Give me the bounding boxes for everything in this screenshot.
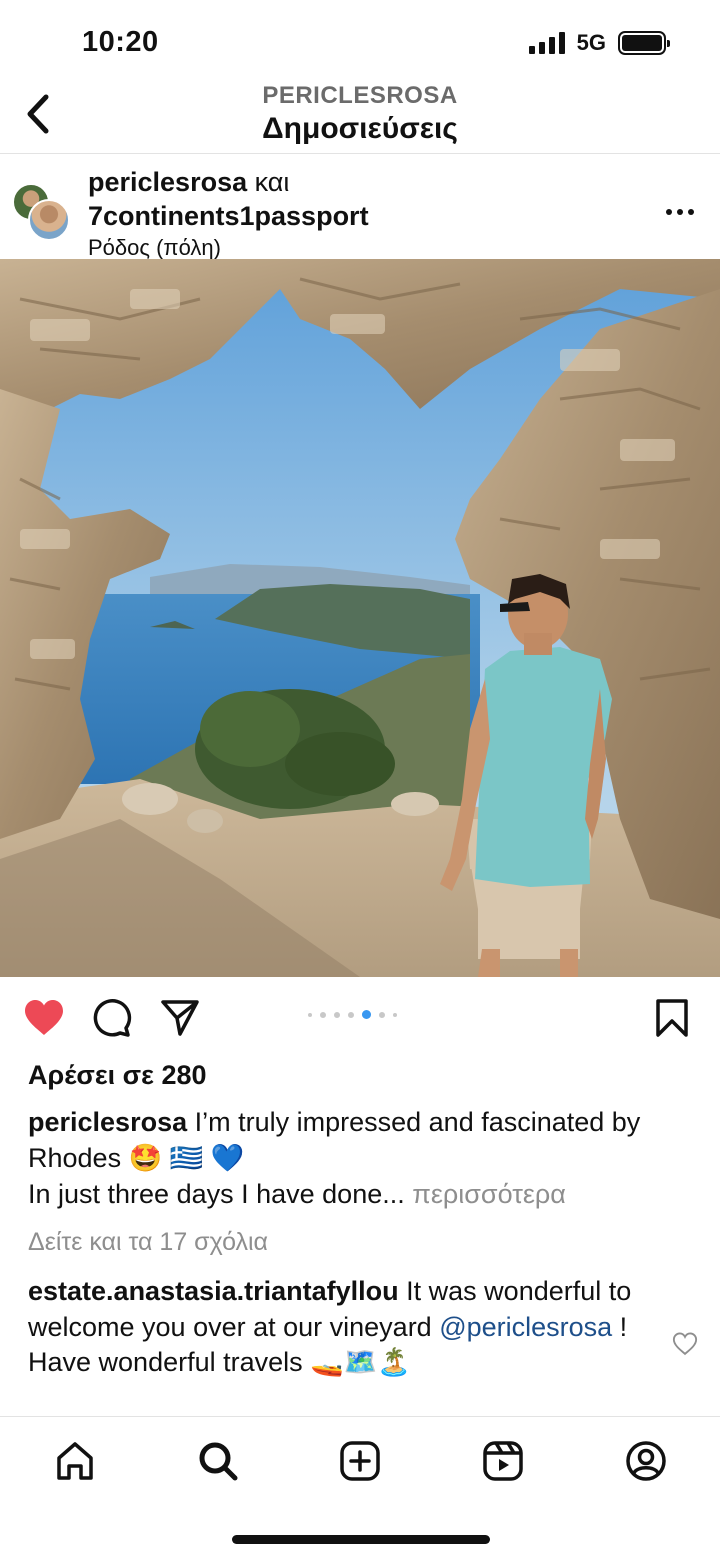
comment-username[interactable]: estate.anastasia.triantafyllou	[28, 1276, 399, 1306]
post-caption: periclesrosa I’m truly impressed and fas…	[28, 1104, 692, 1212]
comment-button[interactable]	[90, 996, 134, 1040]
reels-icon	[483, 1441, 523, 1481]
comment-item: estate.anastasia.triantafyllou It was wo…	[28, 1274, 658, 1416]
more-options-button[interactable]	[660, 197, 700, 227]
tab-create[interactable]	[336, 1437, 384, 1485]
comment-like-button[interactable]	[672, 1332, 698, 1356]
caption-text-continued: In just three days I have done...	[28, 1179, 405, 1209]
home-indicator	[232, 1535, 490, 1544]
status-indicators: 5G	[528, 30, 670, 56]
like-button[interactable]	[22, 996, 66, 1040]
status-time: 10:20	[82, 26, 159, 58]
heart-outline-icon	[672, 1332, 698, 1356]
more-icon	[666, 209, 672, 215]
battery-icon	[618, 31, 670, 55]
header-username: PERICLESROSA	[262, 82, 458, 109]
post-location[interactable]: Ρόδος (πόλη)	[88, 235, 221, 259]
comment-mention[interactable]: @periclesrosa	[439, 1312, 612, 1342]
profile-icon	[626, 1441, 666, 1481]
home-icon	[57, 1442, 93, 1480]
view-all-comments-link[interactable]: Δείτε και τα 17 σχόλια	[28, 1228, 268, 1257]
header-titles: PERICLESROSA Δημοσιεύσεις	[0, 82, 720, 146]
save-button[interactable]	[650, 996, 694, 1040]
network-label: 5G	[576, 30, 606, 55]
author-joiner: και	[247, 167, 290, 197]
signal-icon	[528, 32, 565, 54]
post-authors: periclesrosa και 7continents1passport	[88, 165, 369, 233]
share-icon	[161, 1000, 199, 1036]
create-icon	[340, 1441, 380, 1481]
tab-profile[interactable]	[622, 1437, 670, 1485]
page-title: Δημοσιεύσεις	[262, 112, 458, 145]
tab-search[interactable]	[194, 1437, 242, 1485]
tab-home[interactable]	[51, 1437, 99, 1485]
post-image[interactable]	[0, 259, 720, 977]
caption-more-link[interactable]: περισσότερα	[412, 1179, 566, 1209]
comment-icon	[93, 999, 132, 1037]
caption-username[interactable]: periclesrosa	[28, 1107, 187, 1137]
author-username[interactable]: periclesrosa	[88, 167, 247, 197]
share-button[interactable]	[158, 996, 202, 1040]
collab-avatars[interactable]	[12, 183, 72, 243]
bookmark-icon	[656, 999, 688, 1037]
status-bar: 10:20 5G	[0, 0, 720, 86]
avatar[interactable]	[28, 199, 70, 241]
heart-icon	[25, 1000, 63, 1035]
carousel-indicator	[308, 1010, 397, 1019]
post-actions	[0, 990, 720, 1046]
collab-username[interactable]: 7continents1passport	[88, 201, 369, 231]
like-count[interactable]: Αρέσει σε 280	[28, 1060, 207, 1091]
post-header: periclesrosa και 7continents1passport Ρό…	[0, 155, 720, 259]
top-nav-header: PERICLESROSA Δημοσιεύσεις	[0, 78, 720, 154]
tab-reels[interactable]	[479, 1437, 527, 1485]
search-icon	[199, 1442, 238, 1481]
